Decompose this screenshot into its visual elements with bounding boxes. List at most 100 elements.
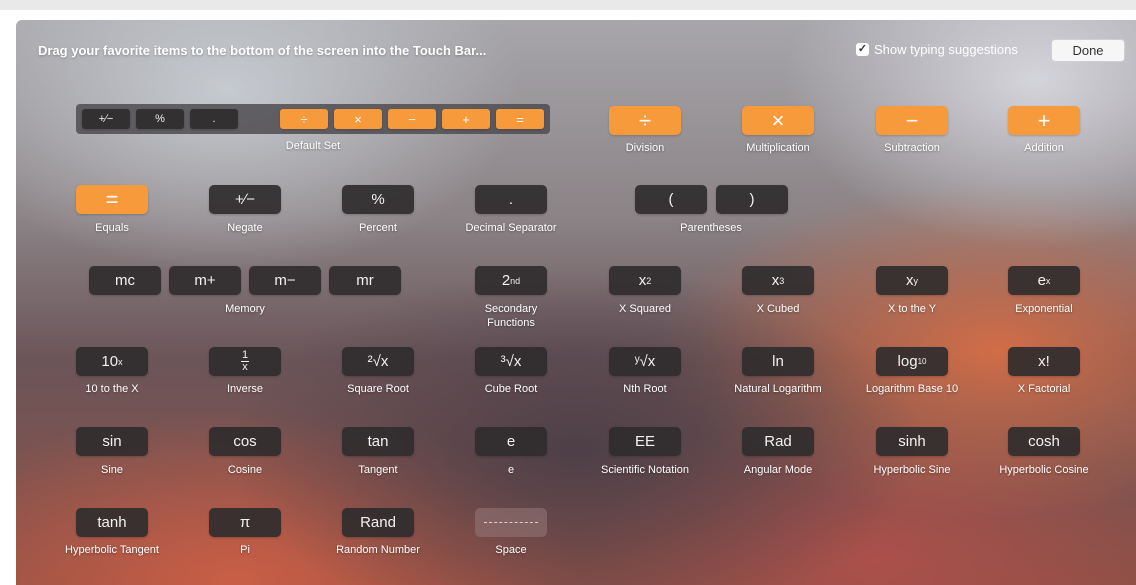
default-negate-key: +∕− xyxy=(82,109,130,129)
hyperbolic-tangent-key[interactable]: tanh xyxy=(76,508,148,537)
division-label: Division xyxy=(625,142,665,154)
subtraction-label: Subtraction xyxy=(884,142,940,154)
negate-key[interactable]: +∕− xyxy=(209,185,281,214)
x-to-the-y-key[interactable]: xy xyxy=(876,266,948,295)
nth-root-label: Nth Root xyxy=(623,383,667,395)
pi-key[interactable]: π xyxy=(209,508,281,537)
scientific-notation-label: Scientific Notation xyxy=(600,464,690,476)
natural-logarithm-key[interactable]: ln xyxy=(742,347,814,376)
inverse-denominator: x xyxy=(242,361,248,373)
inverse-label: Inverse xyxy=(226,383,264,395)
default-equals-key: = xyxy=(496,109,544,129)
touch-bar-customization-panel: Drag your favorite items to the bottom o… xyxy=(16,20,1136,585)
x-to-the-y-label: X to the Y xyxy=(887,303,937,315)
checkbox-checked-icon[interactable]: ✓ xyxy=(856,43,869,56)
default-decimal-key: . xyxy=(190,109,238,129)
nth-root-key[interactable]: ʸ√x xyxy=(609,347,681,376)
cube-root-label: Cube Root xyxy=(484,383,538,395)
default-multiplication-key: × xyxy=(334,109,382,129)
x-squared-key[interactable]: x2 xyxy=(609,266,681,295)
sine-key[interactable]: sin xyxy=(76,427,148,456)
default-set-label: Default Set xyxy=(285,140,341,152)
negate-label: Negate xyxy=(227,222,263,234)
ten-to-the-x-label: 10 to the X xyxy=(85,383,139,395)
angular-mode-key[interactable]: Rad xyxy=(742,427,814,456)
cube-root-key[interactable]: ³√x xyxy=(475,347,547,376)
percent-key[interactable]: % xyxy=(342,185,414,214)
e-key[interactable]: e xyxy=(475,427,547,456)
dotted-line-icon xyxy=(484,522,538,523)
memory-add-key[interactable]: m+ xyxy=(169,266,241,295)
x-factorial-label: X Factorial xyxy=(1017,383,1071,395)
x-cubed-label: X Cubed xyxy=(756,303,800,315)
x-squared-label: X Squared xyxy=(619,303,671,315)
done-button[interactable]: Done xyxy=(1051,39,1125,62)
x-to-y-base: x xyxy=(906,272,914,289)
percent-label: Percent xyxy=(359,222,397,234)
open-parenthesis-key[interactable]: ( xyxy=(635,185,707,214)
addition-key[interactable]: + xyxy=(1008,106,1080,135)
square-root-label: Square Root xyxy=(347,383,409,395)
memory-recall-key[interactable]: mr xyxy=(329,266,401,295)
x-squared-base: x xyxy=(638,272,647,289)
inverse-key[interactable]: 1 x xyxy=(209,347,281,376)
instruction-text: Drag your favorite items to the bottom o… xyxy=(38,43,487,58)
show-typing-suggestions-option[interactable]: ✓ Show typing suggestions xyxy=(856,42,1018,57)
show-typing-suggestions-label: Show typing suggestions xyxy=(874,42,1018,57)
square-root-key[interactable]: ²√x xyxy=(342,347,414,376)
cosine-key[interactable]: cos xyxy=(209,427,281,456)
hyperbolic-sine-key[interactable]: sinh xyxy=(876,427,948,456)
secondary-base: 2 xyxy=(501,272,511,289)
hyperbolic-cosine-key[interactable]: cosh xyxy=(1008,427,1080,456)
close-parenthesis-key[interactable]: ) xyxy=(716,185,788,214)
logarithm-base-10-key[interactable]: log 10 xyxy=(876,347,948,376)
addition-label: Addition xyxy=(1024,142,1064,154)
fraction-icon: 1 x xyxy=(240,350,250,373)
equals-label: Equals xyxy=(95,222,129,234)
e-label: e xyxy=(507,464,515,476)
default-division-key: ÷ xyxy=(280,109,328,129)
angular-mode-label: Angular Mode xyxy=(743,464,813,476)
random-number-label: Random Number xyxy=(336,544,420,556)
log-base: log xyxy=(897,353,918,370)
memory-clear-key[interactable]: mc xyxy=(89,266,161,295)
customization-header: Drag your favorite items to the bottom o… xyxy=(16,20,1136,80)
exponential-label: Exponential xyxy=(1015,303,1073,315)
random-number-key[interactable]: Rand xyxy=(342,508,414,537)
tangent-key[interactable]: tan xyxy=(342,427,414,456)
space-key[interactable] xyxy=(475,508,547,537)
secondary-functions-key[interactable]: 2nd xyxy=(475,266,547,295)
sine-label: Sine xyxy=(100,464,124,476)
x-cubed-base: x xyxy=(771,272,780,289)
hyperbolic-cosine-label: Hyperbolic Cosine xyxy=(999,464,1089,476)
logarithm-base-10-label: Logarithm Base 10 xyxy=(865,383,959,395)
hyperbolic-tangent-label: Hyperbolic Tangent xyxy=(65,544,159,556)
x-factorial-key[interactable]: x! xyxy=(1008,347,1080,376)
hyperbolic-sine-label: Hyperbolic Sine xyxy=(873,464,951,476)
default-addition-key: + xyxy=(442,109,490,129)
decimal-separator-label: Decimal Separator xyxy=(465,222,557,234)
default-subtraction-key: − xyxy=(388,109,436,129)
exponential-base: e xyxy=(1037,272,1046,289)
secondary-functions-label-line2: Functions xyxy=(487,317,535,329)
exponential-key[interactable]: ex xyxy=(1008,266,1080,295)
memory-subtract-key[interactable]: m− xyxy=(249,266,321,295)
cosine-label: Cosine xyxy=(227,464,263,476)
natural-logarithm-label: Natural Logarithm xyxy=(734,383,822,395)
tangent-label: Tangent xyxy=(358,464,398,476)
default-percent-key: % xyxy=(136,109,184,129)
ten-to-the-x-key[interactable]: 10 x xyxy=(76,347,148,376)
subtraction-key[interactable]: − xyxy=(876,106,948,135)
scientific-notation-key[interactable]: EE xyxy=(609,427,681,456)
ten-to-x-base: 10 xyxy=(101,353,119,370)
division-key[interactable]: ÷ xyxy=(609,106,681,135)
space-label: Space xyxy=(495,544,527,556)
memory-label: Memory xyxy=(225,303,265,315)
secondary-functions-label-line1: Secondary xyxy=(484,303,538,315)
pi-label: Pi xyxy=(240,544,250,556)
decimal-separator-key[interactable]: . xyxy=(475,185,547,214)
x-cubed-key[interactable]: x3 xyxy=(742,266,814,295)
multiplication-label: Multiplication xyxy=(746,142,810,154)
multiplication-key[interactable]: × xyxy=(742,106,814,135)
equals-key[interactable]: = xyxy=(76,185,148,214)
